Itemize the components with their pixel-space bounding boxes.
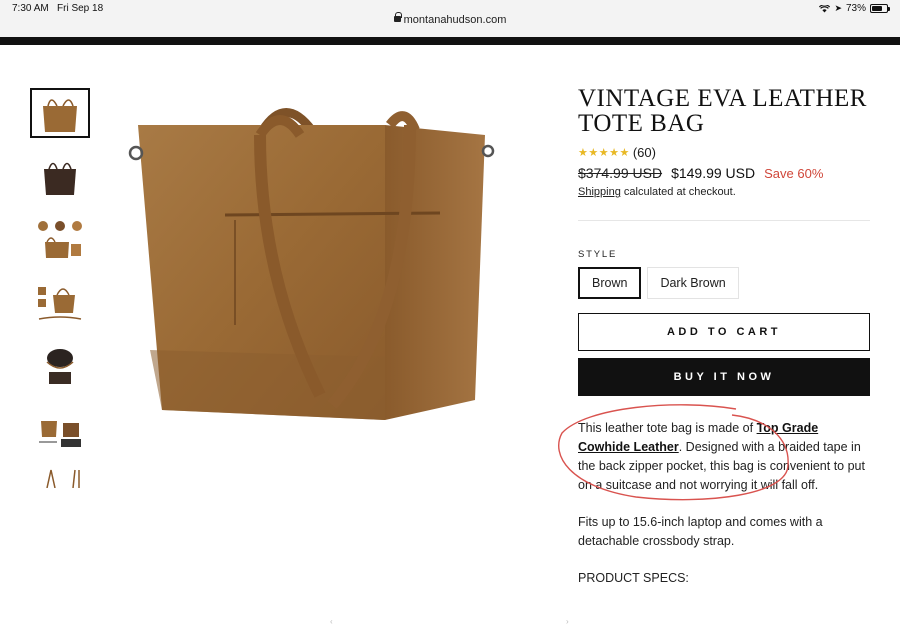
thumbnail-dark-brown-tote[interactable] bbox=[30, 151, 90, 201]
sale-price: $149.99 USD bbox=[671, 165, 756, 181]
style-options: Brown Dark Brown bbox=[578, 267, 870, 299]
lock-icon bbox=[393, 12, 402, 23]
status-date: Fri Sep 18 bbox=[57, 3, 104, 14]
url-bar[interactable]: montanahudson.com bbox=[0, 12, 900, 26]
thumbnail-detail-views[interactable] bbox=[30, 214, 90, 264]
strap-image bbox=[46, 469, 80, 488]
thumbnail-interior-view[interactable] bbox=[30, 340, 90, 390]
thumbnail-list bbox=[30, 88, 92, 501]
url-text: montanahudson.com bbox=[403, 14, 507, 26]
product-info-panel: VINTAGE EVA LEATHER TOTE BAG ★★★★★ (60) … bbox=[558, 85, 870, 588]
style-label: STYLE bbox=[578, 249, 618, 260]
battery-percent: 73% bbox=[845, 3, 866, 14]
product-description: This leather tote bag is made of Top Gra… bbox=[558, 404, 870, 588]
tote-bag-image bbox=[43, 99, 77, 132]
wifi-icon bbox=[819, 4, 831, 13]
battery-fill bbox=[872, 6, 883, 11]
status-icons: ➤ 73% bbox=[819, 3, 890, 14]
price-row: $374.99 USD $149.99 USD Save 60% bbox=[578, 165, 870, 181]
description-paragraph-2: Fits up to 15.6-inch laptop and comes wi… bbox=[578, 515, 823, 548]
browser-status-bar: 7:30 AM Fri Sep 18 ➤ 73% montanahudson.c… bbox=[0, 0, 900, 37]
shipping-link[interactable]: Shipping bbox=[578, 186, 621, 198]
thumbnail-strap-view[interactable] bbox=[30, 466, 90, 488]
site-header-strip bbox=[0, 37, 900, 45]
shipping-note-text: calculated at checkout. bbox=[620, 186, 736, 198]
thumbnail-brown-tote-front[interactable] bbox=[30, 88, 90, 138]
review-count: (60) bbox=[632, 145, 656, 160]
savings-badge: Save 60% bbox=[764, 166, 824, 181]
thumbnail-tote-with-strap[interactable] bbox=[30, 277, 90, 327]
scroll-hint-left-icon: ‹ bbox=[330, 617, 333, 626]
shipping-note: Shipping calculated at checkout. bbox=[578, 186, 870, 198]
product-rating[interactable]: ★★★★★ (60) bbox=[578, 145, 870, 160]
add-to-cart-button[interactable]: ADD TO CART bbox=[578, 313, 870, 351]
product-title: VINTAGE EVA LEATHER TOTE BAG bbox=[578, 85, 867, 137]
interior-image bbox=[46, 349, 74, 384]
divider bbox=[578, 220, 870, 221]
location-icon: ➤ bbox=[834, 3, 842, 13]
original-price: $374.99 USD bbox=[578, 165, 663, 181]
battery-icon bbox=[870, 4, 890, 13]
description-paragraph-1: This leather tote bag is made of Top Gra… bbox=[578, 419, 870, 495]
laptop-image bbox=[39, 421, 81, 447]
main-product-image[interactable] bbox=[110, 95, 510, 435]
status-time: 7:30 AM bbox=[12, 3, 49, 14]
scroll-hint-right-icon: › bbox=[566, 617, 569, 626]
buy-it-now-button[interactable]: BUY IT NOW bbox=[578, 358, 870, 396]
detail-image bbox=[38, 221, 82, 258]
style-option-brown[interactable]: Brown bbox=[578, 267, 642, 299]
description-text-1a: This leather tote bag is made of bbox=[578, 421, 757, 435]
thumbnail-tote-with-laptop[interactable] bbox=[30, 403, 90, 453]
tote-bag-image bbox=[44, 162, 76, 195]
star-rating-icon: ★★★★★ bbox=[578, 147, 630, 159]
style-option-dark-brown[interactable]: Dark Brown bbox=[647, 267, 739, 299]
product-specs-heading: PRODUCT SPECS: bbox=[578, 571, 689, 585]
tote-strap-image bbox=[38, 287, 82, 320]
